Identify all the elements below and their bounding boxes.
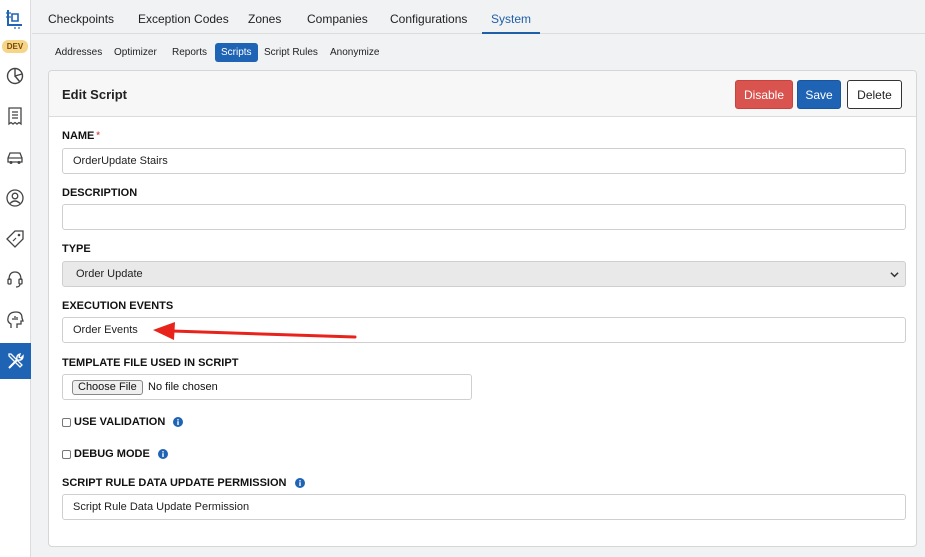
info-icon[interactable] — [157, 449, 168, 459]
chevron-down-icon — [890, 272, 899, 278]
template-file-label: TEMPLATE FILE USED IN SCRIPT — [62, 357, 239, 369]
subtab-anonymize[interactable]: Anonymize — [324, 43, 385, 62]
choose-file-button[interactable]: Choose File — [72, 380, 143, 395]
type-select[interactable]: Order Update — [62, 261, 906, 287]
permission-label: SCRIPT RULE DATA UPDATE PERMISSION — [62, 477, 287, 489]
type-label: TYPE — [62, 243, 91, 255]
delete-button[interactable]: Delete — [847, 80, 902, 109]
template-file-input: Choose File No file chosen — [62, 374, 472, 400]
card-header: Edit Script Disable Save Delete — [49, 71, 916, 117]
tab-companies[interactable]: Companies — [307, 12, 368, 26]
price-tag-icon[interactable] — [3, 227, 27, 251]
execution-events-label: EXECUTION EVENTS — [62, 300, 174, 312]
tools-icon[interactable] — [0, 343, 31, 379]
permission-field[interactable]: Script Rule Data Update Permission — [62, 494, 906, 520]
debug-mode-checkbox[interactable] — [62, 449, 71, 459]
edit-script-card: Edit Script Disable Save Delete NAME * Or… — [48, 70, 917, 547]
sidebar: DEV — [0, 0, 31, 557]
subtab-scripts[interactable]: Scripts — [215, 43, 258, 62]
subtab-reports[interactable]: Reports — [166, 43, 213, 62]
subtab-optimizer[interactable]: Optimizer — [108, 43, 163, 62]
save-button[interactable]: Save — [797, 80, 841, 109]
receipt-icon[interactable] — [3, 104, 27, 128]
tab-configurations[interactable]: Configurations — [390, 12, 467, 26]
env-badge: DEV — [2, 40, 28, 53]
debug-mode-row: DEBUG MODE — [62, 448, 168, 460]
pie-chart-icon[interactable] — [3, 64, 27, 88]
use-validation-row: USE VALIDATION — [62, 416, 184, 428]
head-analytics-icon[interactable] — [3, 308, 27, 332]
subtab-script-rules[interactable]: Script Rules — [258, 43, 324, 62]
tab-zones[interactable]: Zones — [248, 12, 281, 26]
execution-events-field[interactable]: Order Events — [62, 317, 906, 343]
disable-button[interactable]: Disable — [735, 80, 793, 109]
card-title: Edit Script — [62, 87, 128, 102]
logo-icon[interactable] — [5, 8, 25, 30]
name-label: NAME * — [62, 130, 100, 142]
permission-label-row: SCRIPT RULE DATA UPDATE PERMISSION — [62, 477, 305, 489]
tab-exception-codes[interactable]: Exception Codes — [138, 12, 229, 26]
required-marker: * — [96, 130, 100, 140]
user-circle-icon[interactable] — [3, 186, 27, 210]
description-field[interactable] — [62, 204, 906, 230]
active-tab-indicator — [482, 32, 540, 34]
tab-checkpoints[interactable]: Checkpoints — [48, 12, 114, 26]
file-status: No file chosen — [148, 381, 218, 393]
headset-icon[interactable] — [3, 267, 27, 291]
top-tab-bar: Checkpoints Exception Codes Zones Compan… — [32, 0, 925, 34]
info-icon[interactable] — [173, 417, 184, 427]
debug-mode-label: DEBUG MODE — [74, 448, 150, 460]
use-validation-label: USE VALIDATION — [74, 416, 166, 428]
car-icon[interactable] — [3, 145, 27, 169]
info-icon[interactable] — [294, 478, 305, 488]
tab-system[interactable]: System — [491, 12, 531, 26]
use-validation-checkbox[interactable] — [62, 417, 71, 427]
name-field[interactable]: OrderUpdate Stairs — [62, 148, 906, 174]
subtab-addresses[interactable]: Addresses — [49, 43, 108, 62]
description-label: DESCRIPTION — [62, 187, 138, 199]
type-select-value: Order Update — [76, 268, 143, 280]
